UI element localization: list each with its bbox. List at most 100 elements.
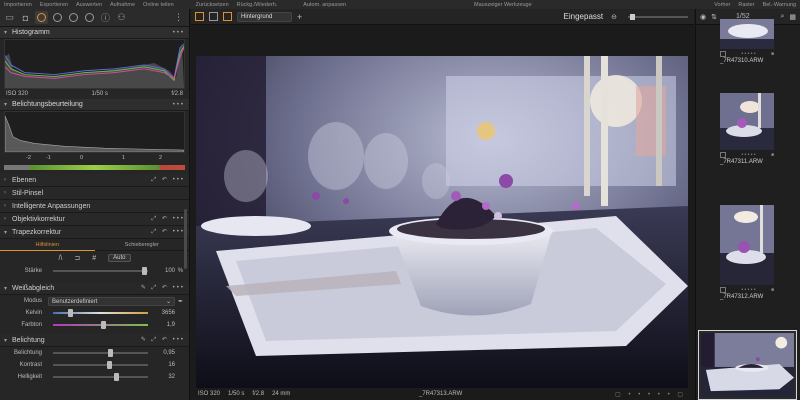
view-eye-icon[interactable]: ◉	[700, 13, 706, 21]
add-layer-icon[interactable]: +	[297, 12, 302, 22]
keystone-auto-button[interactable]: Auto	[108, 254, 131, 262]
zoom-slider[interactable]	[628, 13, 688, 20]
slider-handle[interactable]	[113, 373, 119, 381]
tint-slider[interactable]	[53, 321, 148, 329]
proof-view-icon[interactable]	[223, 12, 232, 21]
keystone-vertical-icon[interactable]: /\	[58, 255, 62, 262]
exposure-eval-header[interactable]: ▾ Belichtungsbeurteilung •••	[0, 99, 189, 111]
scale-1: 1	[122, 155, 126, 161]
menu-import[interactable]: Importieren	[0, 2, 36, 8]
rating-dots-icon[interactable]: • • • • •	[741, 287, 755, 293]
section-actions-icon[interactable]: •••	[173, 30, 185, 36]
selected-thumbnail[interactable]	[698, 330, 797, 400]
contrast-value[interactable]: 16	[153, 362, 175, 368]
zoom-label[interactable]: Eingepasst	[564, 12, 604, 21]
metadata-icon[interactable]: ⚇	[115, 11, 128, 24]
section-lens-correction[interactable]: › Objektivkorrektur ⤢ ↶ •••	[0, 213, 189, 226]
single-view-icon[interactable]	[209, 12, 218, 21]
section-actions-icon[interactable]: ⤢ ↶ •••	[152, 215, 185, 223]
folder-icon[interactable]: ▭	[3, 11, 16, 24]
slider-handle[interactable]	[68, 309, 74, 317]
details-tab-icon[interactable]	[67, 11, 80, 24]
keystone-horizontal-icon[interactable]: ⊐	[74, 254, 80, 262]
rating-dots-icon[interactable]: • • • • •	[741, 51, 755, 57]
tool-panel-scrollbar[interactable]	[184, 209, 187, 269]
layer-select[interactable]: Hintergrund	[237, 11, 292, 22]
thumbnail-7310[interactable]: • • • • • ■ _7R47310.ARW	[720, 19, 774, 64]
slider-handle[interactable]	[107, 361, 113, 369]
search-icon[interactable]: ⌕	[780, 13, 784, 21]
info-icon[interactable]: ⓘ	[99, 11, 112, 24]
keystone-full-icon[interactable]: #	[92, 255, 96, 262]
menu-auto-adjust[interactable]: Autom. anpassen	[299, 2, 350, 8]
status-dot-icon: ■	[770, 50, 774, 57]
tab-sliders[interactable]: Schieberegler	[95, 239, 190, 251]
histogram-meta: ISO 320 1/50 s f/2.8	[0, 89, 189, 99]
section-actions-icon[interactable]: ⤢ ↶ •••	[152, 228, 185, 236]
brightness-value[interactable]: 32	[153, 374, 175, 380]
thumb-checkbox[interactable]	[720, 286, 726, 293]
kelvin-label: Kelvin	[25, 310, 42, 316]
slider-handle[interactable]	[100, 321, 106, 329]
slider-handle[interactable]	[108, 349, 114, 357]
exposure-slider[interactable]	[53, 349, 148, 357]
more-options-icon[interactable]: ⋮	[174, 12, 183, 23]
rating-dots-icon[interactable]: ▢ • • • • • ▢	[615, 391, 686, 398]
thumb-checkbox[interactable]	[720, 50, 726, 57]
menu-before[interactable]: Vorher	[710, 2, 734, 8]
strength-value[interactable]: 100	[153, 268, 175, 274]
lens-tab-icon[interactable]	[83, 11, 96, 24]
kelvin-value[interactable]: 3656	[153, 310, 175, 316]
menu-export[interactable]: Exportieren	[36, 2, 72, 8]
contrast-slider[interactable]	[53, 361, 148, 369]
brightness-slider[interactable]	[53, 373, 148, 381]
eyedropper-icon[interactable]: ✒	[175, 298, 183, 305]
menu-undo-redo[interactable]: Rückg./Wiederh.	[233, 2, 282, 8]
section-smart-adjustments-title: Intelligente Anpassungen	[12, 202, 91, 210]
exposure-tab-icon[interactable]	[35, 11, 48, 24]
histogram-header[interactable]: ▾ Histogramm •••	[0, 27, 189, 39]
color-tab-icon[interactable]	[51, 11, 64, 24]
thumbnail-7311[interactable]: • • • • • ■ _7R47311.ARW	[720, 93, 774, 165]
menu-cursor-tools[interactable]: Mauszeiger Werkzeuge	[470, 2, 536, 8]
menu-evaluate[interactable]: Auswerten	[72, 2, 106, 8]
scale-minus-1: -1	[46, 155, 51, 161]
keystone-strength-row: Stärke 100 %	[0, 265, 189, 277]
menu-capture[interactable]: Aufnahme	[106, 2, 139, 8]
camera-icon[interactable]: ◘	[19, 11, 32, 24]
section-style-brush[interactable]: › Stil-Pinsel	[0, 187, 189, 200]
zoom-out-icon[interactable]: ⊖	[611, 13, 617, 21]
wb-mode-select[interactable]: Benutzerdefiniert ⌄	[48, 296, 175, 306]
thumbnail-7312[interactable]: • • • • • ■ _7R47312.ARW	[720, 205, 774, 300]
status-shutter: 1/50 s	[228, 391, 245, 397]
kelvin-slider[interactable]	[53, 309, 148, 317]
wb-mode-label: Modus	[23, 298, 42, 304]
section-actions-icon[interactable]: ✎ ⤢ ↶ •••	[141, 336, 185, 344]
section-actions-icon[interactable]: ⤢ ↶ •••	[152, 176, 185, 184]
section-exposure[interactable]: ▾ Belichtung ✎ ⤢ ↶ •••	[0, 334, 189, 347]
menu-share-online[interactable]: Online teilen	[139, 2, 178, 8]
slider-handle[interactable]	[630, 13, 635, 20]
browser-grid-icon[interactable]: ▦	[789, 13, 796, 21]
section-smart-adjustments[interactable]: › Intelligente Anpassungen	[0, 200, 189, 213]
scale-minus-2: -2	[26, 155, 31, 161]
status-aperture: f/2.8	[252, 391, 265, 397]
menu-grid[interactable]: Raster	[734, 2, 758, 8]
multi-view-icon[interactable]	[195, 12, 204, 21]
tint-value[interactable]: 1,9	[153, 322, 175, 328]
menu-reset[interactable]: Zurücksetzen	[192, 2, 233, 8]
rating-dots-icon[interactable]: • • • • •	[741, 152, 755, 158]
exposure-value[interactable]: 0,95	[153, 350, 175, 356]
slider-handle[interactable]	[142, 267, 148, 275]
section-actions-icon[interactable]: ✎ ⤢ ↶ •••	[141, 284, 185, 292]
section-keystone[interactable]: ▾ Trapezkorrektur ⤢ ↶ •••	[0, 226, 189, 239]
tab-guides[interactable]: Hilfslinien	[0, 239, 95, 251]
section-actions-icon[interactable]: •••	[173, 102, 185, 108]
sort-icon[interactable]: ⇅	[711, 13, 717, 21]
section-layers[interactable]: › Ebenen ⤢ ↶ •••	[0, 174, 189, 187]
section-white-balance[interactable]: ▾ Weißabgleich ✎ ⤢ ↶ •••	[0, 282, 189, 295]
strength-slider[interactable]	[53, 267, 148, 275]
main-photo[interactable]	[196, 56, 688, 388]
thumb-checkbox[interactable]	[720, 151, 726, 158]
menu-exposure-warning[interactable]: Bel.-Warnung	[759, 2, 800, 8]
